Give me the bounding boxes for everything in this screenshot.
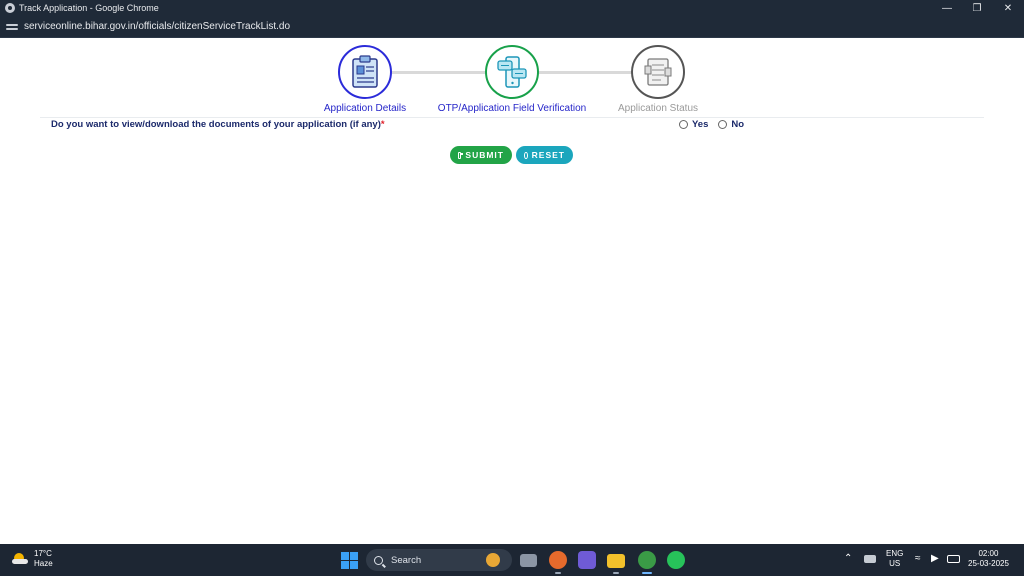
reset-icon <box>524 151 528 159</box>
radio-option-yes[interactable]: Yes <box>679 119 708 130</box>
lang-bottom: US <box>889 559 901 568</box>
whatsapp-icon[interactable] <box>667 551 685 569</box>
step-application-status: Application Status <box>558 45 758 114</box>
address-bar[interactable]: serviceonline.bihar.gov.in/officials/cit… <box>0 16 1024 38</box>
window-title: Track Application - Google Chrome <box>19 3 159 13</box>
network-off-icon[interactable] <box>864 555 876 563</box>
documents-question: Do you want to view/download the documen… <box>51 119 771 133</box>
radio-option-no[interactable]: No <box>718 119 744 130</box>
url-text[interactable]: serviceonline.bihar.gov.in/officials/cit… <box>24 21 290 32</box>
chat-phone-icon <box>485 45 539 99</box>
radio-no-label: No <box>731 119 745 130</box>
weather-temp: 17°C <box>34 549 52 558</box>
radio-yes[interactable] <box>679 120 688 129</box>
taskbar: 17°C Haze Search ⌃ ENG US ≈ ▶ 02:00 25-0… <box>0 544 1024 576</box>
page-content: Application Details OTP/Application Fiel… <box>0 39 1024 544</box>
active-indicator <box>642 572 652 574</box>
reset-button[interactable]: RESET <box>516 146 573 164</box>
divider <box>40 117 984 118</box>
language-indicator[interactable]: ENG US <box>886 549 903 569</box>
radio-no[interactable] <box>718 120 728 129</box>
running-indicator <box>613 572 619 574</box>
search-icon <box>374 555 383 565</box>
site-settings-icon[interactable] <box>6 22 18 32</box>
minimize-icon[interactable]: — <box>932 0 962 16</box>
document-icon <box>631 45 685 99</box>
clock[interactable]: 02:00 25-03-2025 <box>968 549 1009 569</box>
chevron-up-icon[interactable]: ⌃ <box>844 554 852 564</box>
taskbar-search[interactable]: Search <box>366 549 512 571</box>
firefox-icon[interactable] <box>549 551 567 569</box>
task-view-icon[interactable] <box>520 554 537 567</box>
submit-button[interactable]: SUBMIT <box>450 146 512 164</box>
copilot-icon[interactable] <box>578 551 596 569</box>
restore-icon[interactable]: ❐ <box>962 0 992 16</box>
radio-yes-label: Yes <box>692 119 709 130</box>
clock-date: 25-03-2025 <box>968 559 1009 568</box>
weather-haze-icon <box>12 553 28 565</box>
lang-top: ENG <box>886 549 904 558</box>
reset-label: RESET <box>531 150 565 160</box>
required-mark: * <box>380 119 385 130</box>
battery-icon[interactable] <box>947 555 960 563</box>
submit-label: SUBMIT <box>465 150 504 160</box>
clock-time: 02:00 <box>978 549 999 558</box>
close-icon[interactable]: ✕ <box>993 0 1023 16</box>
search-placeholder[interactable]: Search <box>391 555 421 566</box>
volume-icon[interactable]: ▶ <box>931 554 939 564</box>
file-explorer-icon[interactable] <box>607 554 625 568</box>
wifi-icon[interactable]: ≈ <box>915 554 921 564</box>
save-icon <box>458 151 464 159</box>
running-indicator <box>555 572 561 574</box>
chrome-taskbar-icon[interactable] <box>638 551 656 569</box>
window-titlebar: Track Application - Google Chrome — ❐ ✕ <box>0 0 1024 16</box>
search-highlight-icon <box>486 553 500 567</box>
documents-radio-group: Yes No <box>679 119 754 130</box>
progress-stepper: Application Details OTP/Application Fiel… <box>0 39 1024 115</box>
weather-desc: Haze <box>34 559 53 568</box>
form-actions: SUBMIT RESET <box>450 146 573 164</box>
question-text: Do you want to view/download the documen… <box>51 119 381 130</box>
clipboard-icon <box>338 45 392 99</box>
chrome-icon <box>5 3 15 13</box>
weather-widget[interactable]: 17°C Haze <box>12 549 53 569</box>
windows-start-icon[interactable] <box>341 552 358 569</box>
step-label: Application Status <box>617 103 699 114</box>
